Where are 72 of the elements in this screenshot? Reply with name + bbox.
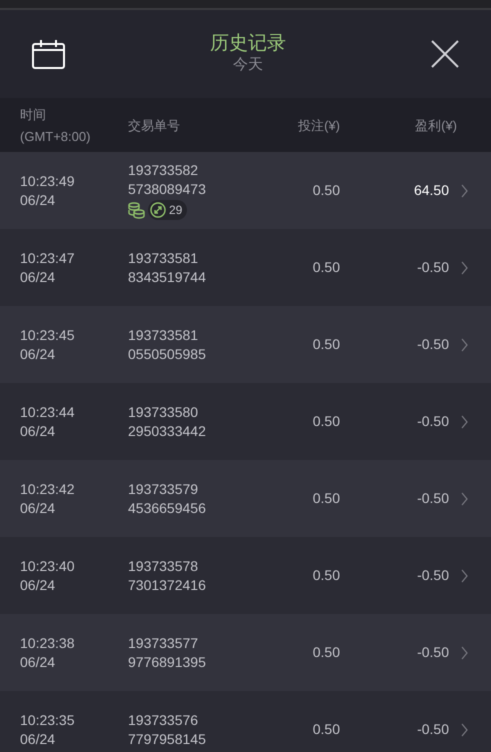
- arrows-icon: [150, 202, 166, 218]
- stake-amount: 0.50: [312, 413, 340, 429]
- order-number: 193733578: [128, 556, 200, 576]
- order-number: 8343519744: [128, 268, 207, 286]
- order-number: 193733579: [128, 480, 200, 498]
- column-header: 交易单号: [128, 118, 180, 134]
- time-text: 10:23:45: [20, 326, 76, 344]
- profit-amount: -0.50: [417, 490, 449, 506]
- order-number: 9776891395: [128, 652, 207, 672]
- chevron-right-icon[interactable]: [461, 568, 468, 582]
- stake-amount: 0.50: [312, 567, 340, 583]
- chevron-right-icon[interactable]: [461, 646, 468, 660]
- date-text: 06/24: [20, 344, 56, 364]
- order-number: 5738089473: [128, 180, 207, 199]
- stake-amount: 0.50: [312, 182, 340, 198]
- time-text: 10:23:44: [20, 402, 76, 422]
- profit-amount: -0.50: [417, 567, 449, 583]
- profit-amount: -0.50: [417, 259, 449, 275]
- order-number: 4536659456: [128, 498, 207, 518]
- order-number: 2950333442: [128, 422, 207, 440]
- date-text: 06/24: [20, 730, 56, 748]
- column-header: 时间: [20, 106, 47, 124]
- profit-amount: -0.50: [417, 336, 449, 352]
- stake-amount: 0.50: [312, 644, 340, 660]
- column-header: 盈利(¥): [415, 118, 457, 134]
- order-number: 193733582: [128, 161, 200, 180]
- order-number: 193733576: [128, 710, 200, 730]
- history-row[interactable]: 10:23:38 06/24 193733577 9776891395 0.50 -0.50: [0, 614, 491, 691]
- chevron-right-icon[interactable]: [461, 722, 468, 736]
- order-number: 193733581: [128, 326, 200, 344]
- order-number: 7797958145: [128, 730, 207, 748]
- date-text: 06/24: [20, 576, 56, 594]
- chevron-right-icon[interactable]: [461, 184, 468, 198]
- order-number: 0550505985: [128, 344, 207, 364]
- chevron-right-icon[interactable]: [461, 260, 468, 274]
- date-text: 06/24: [20, 268, 56, 286]
- date-text: 06/24: [20, 652, 56, 672]
- stake-amount: 0.50: [312, 336, 340, 352]
- profit-amount: -0.50: [417, 721, 449, 737]
- coins-icon: [128, 202, 145, 218]
- stake-amount: 0.50: [312, 259, 340, 275]
- stake-amount: 0.50: [312, 490, 340, 506]
- bonus-badge: 29: [148, 200, 188, 220]
- column-header: 投注(¥): [298, 118, 340, 134]
- time-text: 10:23:35: [20, 710, 76, 730]
- date-text: 06/24: [20, 190, 56, 210]
- chevron-right-icon[interactable]: [461, 414, 468, 428]
- time-text: 10:23:42: [20, 480, 76, 498]
- stake-amount: 0.50: [312, 721, 340, 737]
- profit-amount: -0.50: [417, 413, 449, 429]
- time-text: 10:23:38: [20, 634, 76, 652]
- date-text: 06/24: [20, 498, 56, 518]
- close-icon[interactable]: [431, 40, 459, 68]
- header-title: 历史记录: [210, 33, 286, 55]
- profit-amount: -0.50: [417, 644, 449, 660]
- time-text: 10:23:49: [20, 172, 76, 190]
- order-number: 193733577: [128, 634, 200, 652]
- chevron-right-icon[interactable]: [461, 492, 468, 506]
- order-number: 193733581: [128, 248, 200, 268]
- header-subtitle: 今天: [233, 55, 263, 75]
- date-text: 06/24: [20, 422, 56, 440]
- order-number: 193733580: [128, 402, 200, 422]
- history-row[interactable]: 10:23:42 06/24 193733579 4536659456 0.50 -0.50: [0, 460, 491, 537]
- calendar-icon[interactable]: [32, 40, 65, 68]
- chevron-right-icon[interactable]: [461, 338, 468, 352]
- order-number: 7301372416: [128, 576, 207, 594]
- column-header-subtitle: (GMT+8:00): [20, 128, 92, 146]
- profit-amount: 64.50: [414, 182, 449, 198]
- time-text: 10:23:47: [20, 248, 76, 268]
- time-text: 10:23:40: [20, 556, 76, 576]
- history-row[interactable]: 10:23:49 06/24 193733582 5738089473 29 0.50 64.50: [0, 152, 491, 229]
- history-row[interactable]: 10:23:45 06/24 193733581 0550505985 0.50 -0.50: [0, 306, 491, 383]
